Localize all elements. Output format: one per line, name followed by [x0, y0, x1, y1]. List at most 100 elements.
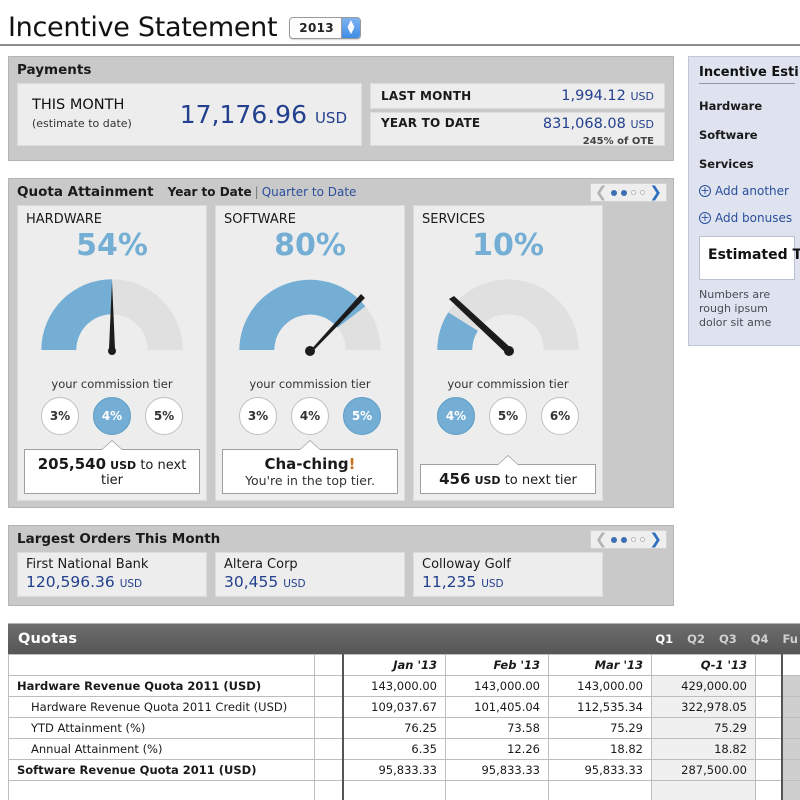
- callout-currency: USD: [110, 459, 137, 472]
- order-card[interactable]: First National Bank 120,596.36 USD: [17, 552, 207, 597]
- row-value-quarter: 322,978.05: [651, 696, 756, 718]
- table-header-row: Jan '13 Feb '13 Mar '13 Q-1 '13: [8, 654, 800, 676]
- tier-option-active[interactable]: 4%: [93, 397, 131, 435]
- pager-dot[interactable]: [621, 189, 628, 196]
- row-value-quarter: [651, 780, 756, 800]
- chevron-right-icon[interactable]: ❯: [649, 532, 662, 547]
- row-value: 73.58: [445, 717, 549, 739]
- gauge-title: SOFTWARE: [224, 212, 296, 227]
- quotas-tab-full[interactable]: Fu: [783, 632, 798, 646]
- chevron-right-icon[interactable]: ❯: [649, 185, 662, 200]
- pager-dot[interactable]: [611, 189, 618, 196]
- col-header-full: [781, 654, 800, 676]
- row-spacer2: [755, 759, 783, 781]
- table-row[interactable]: Hardware Revenue Quota 2011 (USD) 143,00…: [8, 675, 800, 697]
- chevron-left-icon[interactable]: ❮: [595, 185, 608, 200]
- quotas-tab-q1[interactable]: Q1: [655, 632, 673, 646]
- row-spacer: [314, 696, 344, 718]
- tier-list: 3% 4% 5%: [224, 397, 396, 435]
- tier-option[interactable]: 5%: [489, 397, 527, 435]
- chevron-left-icon[interactable]: ❮: [595, 532, 608, 547]
- pager-dot[interactable]: [631, 190, 637, 195]
- row-value: 95,833.33: [342, 759, 446, 781]
- last-month-value: 1,994.12 USD: [561, 88, 654, 105]
- gauge-dial-services: [422, 265, 594, 365]
- table-row[interactable]: Software Revenue Quota 2011 (USD) 95,833…: [8, 759, 800, 781]
- pager-dot[interactable]: [640, 537, 646, 542]
- payments-body: THIS MONTH (estimate to date) 17,176.96 …: [9, 83, 673, 154]
- pager-dot[interactable]: [611, 536, 618, 543]
- order-amount: 120,596.36: [26, 573, 115, 591]
- tab-separator: |: [254, 185, 259, 199]
- orders-pager[interactable]: ❮ ❯: [589, 530, 667, 549]
- gauge-percent: 80%: [274, 228, 346, 263]
- tier-option[interactable]: 4%: [291, 397, 329, 435]
- table-row[interactable]: Annual Attainment (%) 6.35 12.26 18.82 1…: [8, 738, 800, 760]
- quota-panel-title: Quota Attainment: [17, 184, 154, 200]
- col-header-spacer: [314, 654, 344, 676]
- gauge-card-software: SOFTWARE 80% your commission tier 3% 4% …: [215, 205, 405, 501]
- sidebar-item-software[interactable]: Software: [699, 128, 795, 142]
- row-spacer: [314, 717, 344, 739]
- year-to-date-note: 245% of OTE: [582, 136, 654, 147]
- order-amount: 11,235: [422, 573, 477, 591]
- row-spacer: [314, 759, 344, 781]
- tab-year-to-date[interactable]: Year to Date: [168, 185, 252, 199]
- add-another-link[interactable]: + Add another: [699, 184, 795, 198]
- gauge-percent: 54%: [76, 228, 148, 263]
- quotas-tab-q4[interactable]: Q4: [751, 632, 769, 646]
- table-row[interactable]: Hardware Revenue Quota 2011 Credit (USD)…: [8, 696, 800, 718]
- payments-panel: Payments THIS MONTH (estimate to date) 1…: [8, 56, 674, 161]
- pager-dot[interactable]: [631, 537, 637, 542]
- year-to-date-row: YEAR TO DATE 831,068.08 USD 245% of OTE: [370, 112, 665, 147]
- tier-option[interactable]: 3%: [41, 397, 79, 435]
- tier-option[interactable]: 5%: [145, 397, 183, 435]
- quotas-panel: Quotas Q1 Q2 Q3 Q4 Fu Jan '13 Feb '13 Ma…: [8, 623, 800, 800]
- callout-text: Cha-ching! You're in the top tier.: [227, 455, 393, 488]
- tier-option[interactable]: 6%: [541, 397, 579, 435]
- this-month-amount-group: 17,176.96 USD: [180, 100, 347, 129]
- row-spacer2: [755, 780, 783, 800]
- row-label: Hardware Revenue Quota 2011 (USD): [8, 675, 315, 697]
- table-row[interactable]: YTD Attainment (%) 76.25 73.58 75.29 75.…: [8, 717, 800, 739]
- order-name: First National Bank: [26, 557, 149, 572]
- quota-pager[interactable]: ❮ ❯: [589, 183, 667, 202]
- order-card[interactable]: Altera Corp 30,455 USD: [215, 552, 405, 597]
- col-header-feb: Feb '13: [445, 654, 549, 676]
- add-bonuses-link[interactable]: + Add bonuses: [699, 211, 795, 225]
- year-select[interactable]: 2013 ▲ ▼: [289, 17, 361, 39]
- pager-dot[interactable]: [640, 190, 646, 195]
- sidebar-item-services[interactable]: Services: [699, 157, 795, 171]
- tab-quarter-to-date[interactable]: Quarter to Date: [262, 185, 357, 199]
- col-header-label: [8, 654, 315, 676]
- row-value: 95,833.33: [445, 759, 549, 781]
- tier-option[interactable]: 3%: [239, 397, 277, 435]
- row-value-quarter: 287,500.00: [651, 759, 756, 781]
- quotas-tab-q3[interactable]: Q3: [719, 632, 737, 646]
- year-to-date-amount: 831,068.08: [542, 116, 626, 132]
- gauge-title: HARDWARE: [26, 212, 102, 227]
- page-header: Incentive Statement 2013 ▲ ▼: [0, 0, 800, 46]
- row-value: 143,000.00: [548, 675, 652, 697]
- table-row[interactable]: [8, 780, 800, 800]
- row-spacer2: [755, 696, 783, 718]
- sidebar-item-hardware[interactable]: Hardware: [699, 99, 795, 113]
- gauge-callout: 205,540 USD to next tier: [24, 440, 200, 494]
- stepper-up-down-icon[interactable]: ▲ ▼: [340, 18, 360, 38]
- order-card[interactable]: Colloway Golf 11,235 USD: [413, 552, 603, 597]
- callout-arrow: [498, 456, 518, 465]
- this-month-card: THIS MONTH (estimate to date) 17,176.96 …: [17, 83, 362, 146]
- callout-subtext: You're in the top tier.: [245, 473, 375, 488]
- last-month-row: LAST MONTH 1,994.12 USD: [370, 83, 665, 109]
- order-value: 120,596.36 USD: [26, 573, 198, 591]
- row-value-full: 9: [781, 696, 800, 718]
- tier-option-active[interactable]: 5%: [343, 397, 381, 435]
- this-month-label: THIS MONTH: [32, 97, 125, 113]
- gauge-title: SERVICES: [422, 212, 486, 227]
- pager-dot[interactable]: [621, 536, 628, 543]
- quotas-tab-q2[interactable]: Q2: [687, 632, 705, 646]
- row-label: Hardware Revenue Quota 2011 Credit (USD): [8, 696, 315, 718]
- callout-bang: !: [348, 455, 356, 473]
- tier-option-active[interactable]: 4%: [437, 397, 475, 435]
- year-to-date-currency: USD: [630, 118, 654, 131]
